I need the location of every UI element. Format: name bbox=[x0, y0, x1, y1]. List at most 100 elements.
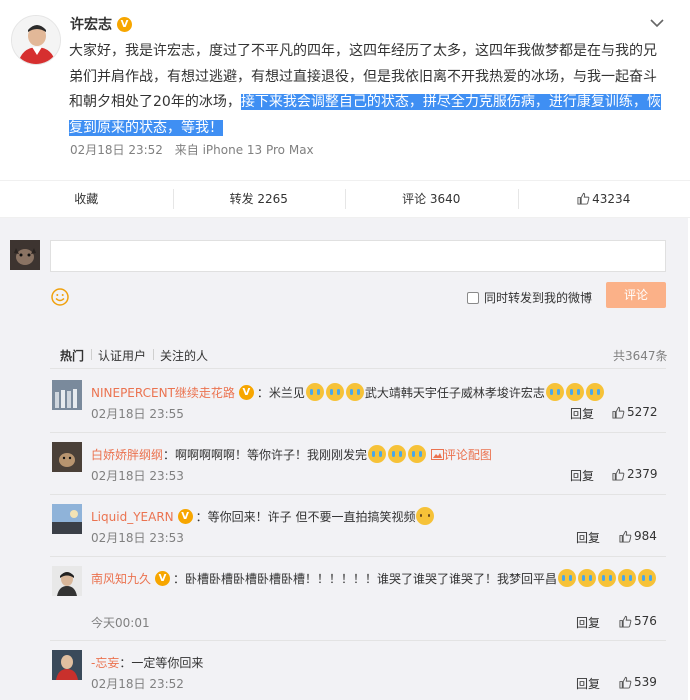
tab-verified-users[interactable]: 认证用户 bbox=[91, 347, 153, 364]
comment-time: 02月18日 23:55 bbox=[91, 407, 184, 421]
comment-username[interactable]: Liquid_YEARN bbox=[91, 510, 174, 524]
comment-body: ：一定等你回来 bbox=[119, 656, 204, 670]
divider bbox=[50, 368, 666, 369]
verified-badge-icon bbox=[155, 571, 171, 586]
comment-text: NINEPERCENT继续走花路 ：米兰见 武大靖韩天宇任子威林孝埈许宏志 bbox=[91, 382, 666, 404]
crying-emoji-icon bbox=[618, 569, 637, 587]
comment-avatar[interactable] bbox=[52, 650, 82, 680]
post-source: 来自 iPhone 13 Pro Max bbox=[174, 143, 314, 157]
reply-button[interactable]: 回复 bbox=[576, 675, 600, 692]
comment-like-count: 576 bbox=[634, 614, 657, 628]
comment-body: ：卧槽卧槽卧槽卧槽卧槽！！！！！！谁哭了谁哭了谁哭了！我梦回平昌 bbox=[173, 572, 558, 586]
smile-icon[interactable] bbox=[51, 288, 69, 306]
comment-like-button[interactable]: 5272 bbox=[612, 405, 658, 419]
chevron-down-icon[interactable] bbox=[648, 14, 666, 32]
author-avatar[interactable] bbox=[11, 15, 61, 65]
crying-emoji-icon bbox=[565, 383, 584, 401]
crying-emoji-icon bbox=[408, 445, 427, 463]
comment-input[interactable] bbox=[50, 240, 666, 272]
verified-badge-icon bbox=[177, 509, 193, 524]
crying-emoji-icon bbox=[325, 383, 344, 401]
crying-emoji-icon bbox=[578, 569, 597, 587]
crying-emoji-icon bbox=[598, 569, 617, 587]
sad-emoji-icon bbox=[416, 507, 435, 525]
submit-comment-button[interactable]: 评论 bbox=[606, 282, 666, 308]
favorite-label: 收藏 bbox=[74, 192, 99, 206]
comment-body: ：啊啊啊啊啊！等你许子！我刚刚发完 bbox=[163, 448, 368, 462]
comment-username[interactable]: 南风知九久 bbox=[91, 572, 151, 586]
thumbs-up-icon bbox=[619, 615, 632, 628]
tab-hot[interactable]: 热门 bbox=[60, 347, 91, 364]
action-bar: 收藏 转发 2265 评论 3640 43234 bbox=[0, 180, 690, 218]
author-row: 许宏志 bbox=[70, 14, 132, 34]
comment-time: 今天00:01 bbox=[91, 616, 150, 630]
crying-emoji-icon bbox=[638, 569, 657, 587]
comment-text: -忘妄：一定等你回来 bbox=[91, 652, 666, 674]
comment-like-button[interactable]: 2379 bbox=[612, 467, 658, 481]
comment-like-count: 2379 bbox=[627, 467, 658, 481]
crying-emoji-icon bbox=[558, 569, 577, 587]
comment-username[interactable]: -忘妄 bbox=[91, 656, 119, 670]
comment-like-button[interactable]: 576 bbox=[619, 614, 657, 628]
post-time[interactable]: 02月18日 23:52 bbox=[70, 143, 163, 157]
comment-avatar[interactable] bbox=[52, 504, 82, 534]
comment-divider bbox=[50, 556, 666, 557]
thumbs-up-icon bbox=[619, 676, 632, 689]
comment-item: 南风知九久 ：卧槽卧槽卧槽卧槽卧槽！！！！！！谁哭了谁哭了谁哭了！我梦回平昌 今天… bbox=[50, 566, 666, 646]
like-count: 43234 bbox=[592, 192, 631, 206]
comment-item: -忘妄：一定等你回来 02月18日 23:52 回复 539 bbox=[50, 650, 666, 700]
crying-emoji-icon bbox=[305, 383, 324, 401]
comment-username[interactable]: 白娇娇胖纲纲 bbox=[91, 448, 163, 462]
comment-label: 评论 3640 bbox=[402, 192, 461, 206]
favorite-button[interactable]: 收藏 bbox=[0, 191, 173, 207]
post-meta: 02月18日 23:52 来自 iPhone 13 Pro Max bbox=[70, 141, 322, 158]
thumbs-up-icon bbox=[619, 530, 632, 543]
comment-username[interactable]: NINEPERCENT继续走花路 bbox=[91, 386, 235, 400]
comment-item: 白娇娇胖纲纲：啊啊啊啊啊！等你许子！我刚刚发完 评论配图 02月18日 23:5… bbox=[50, 442, 666, 498]
reply-button[interactable]: 回复 bbox=[570, 467, 594, 484]
comment-like-count: 984 bbox=[634, 529, 657, 543]
comment-tabs: 热门 认证用户 关注的人 bbox=[60, 347, 215, 364]
post-text: 大家好，我是许宏志，度过了不平凡的四年，这四年经历了太多，这四年我做梦都是在与我… bbox=[69, 39, 669, 141]
crying-emoji-icon bbox=[345, 383, 364, 401]
comment-item: NINEPERCENT继续走花路 ：米兰见 武大靖韩天宇任子威林孝埈许宏志 02月1… bbox=[50, 380, 666, 436]
image-icon bbox=[430, 449, 444, 460]
thumbs-up-icon bbox=[612, 468, 625, 481]
weibo-post: 许宏志 大家好，我是许宏志，度过了不平凡的四年，这四年经历了太多，这四年我做梦都… bbox=[0, 0, 690, 180]
crying-emoji-icon bbox=[545, 383, 564, 401]
repost-button[interactable]: 转发 2265 bbox=[172, 189, 346, 209]
comment-body: ：米兰见 bbox=[256, 386, 305, 400]
comment-body-continued: 武大靖韩天宇任子威林孝埈许宏志 bbox=[364, 386, 545, 400]
comment-image-link[interactable]: 评论配图 bbox=[430, 448, 492, 462]
comment-text: 南风知九久 ：卧槽卧槽卧槽卧槽卧槽！！！！！！谁哭了谁哭了谁哭了！我梦回平昌 bbox=[91, 568, 666, 590]
comment-divider bbox=[50, 432, 666, 433]
author-name[interactable]: 许宏志 bbox=[70, 14, 112, 34]
repost-option[interactable]: 同时转发到我的微博 bbox=[467, 289, 592, 306]
repost-option-label: 同时转发到我的微博 bbox=[484, 291, 593, 305]
comment-like-button[interactable]: 984 bbox=[619, 529, 657, 543]
comment-avatar[interactable] bbox=[52, 566, 82, 596]
comment-button[interactable]: 评论 3640 bbox=[345, 189, 518, 209]
my-avatar[interactable] bbox=[10, 240, 40, 270]
reply-button[interactable]: 回复 bbox=[576, 614, 600, 631]
comment-total: 共3647条 bbox=[613, 349, 668, 363]
comment-like-button[interactable]: 539 bbox=[619, 675, 657, 689]
reply-button[interactable]: 回复 bbox=[570, 405, 594, 422]
comment-text: 白娇娇胖纲纲：啊啊啊啊啊！等你许子！我刚刚发完 评论配图 bbox=[91, 444, 666, 466]
comment-body: ：等你回来！许子 但不要一直拍搞笑视频 bbox=[195, 510, 416, 524]
tab-following[interactable]: 关注的人 bbox=[153, 347, 215, 364]
comment-time: 02月18日 23:53 bbox=[91, 531, 184, 545]
crying-emoji-icon bbox=[368, 445, 387, 463]
thumbs-up-icon bbox=[612, 406, 625, 419]
comment-text: Liquid_YEARN ：等你回来！许子 但不要一直拍搞笑视频 bbox=[91, 506, 666, 528]
comment-time: 02月18日 23:53 bbox=[91, 469, 184, 483]
comment-divider bbox=[50, 640, 666, 641]
comment-like-count: 539 bbox=[634, 675, 657, 689]
like-button[interactable]: 43234 bbox=[517, 189, 690, 209]
comment-avatar[interactable] bbox=[52, 442, 82, 472]
comment-image-link-label: 评论配图 bbox=[443, 448, 492, 462]
reply-button[interactable]: 回复 bbox=[576, 529, 600, 546]
crying-emoji-icon bbox=[585, 383, 604, 401]
repost-checkbox[interactable] bbox=[467, 291, 479, 304]
comment-avatar[interactable] bbox=[52, 380, 82, 410]
